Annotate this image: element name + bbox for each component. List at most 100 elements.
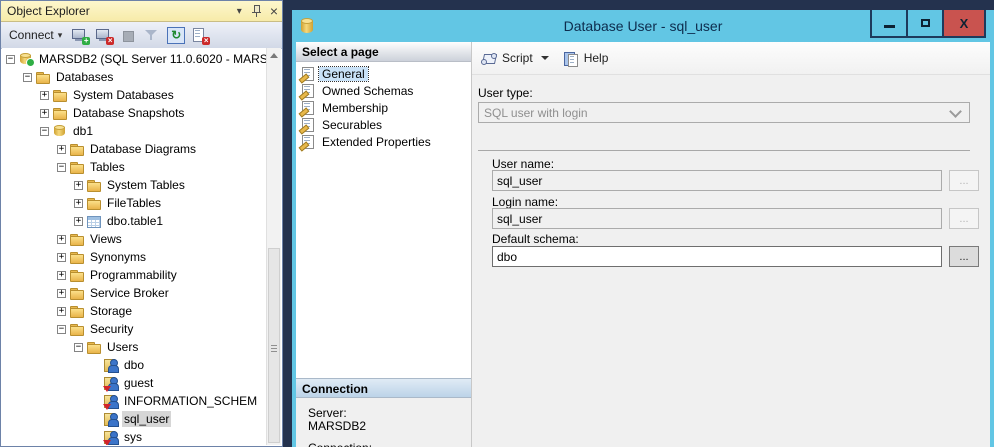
minimize-button[interactable] bbox=[872, 10, 908, 36]
tree-item-label: dbo bbox=[122, 357, 146, 373]
tree-item[interactable]: − Databases bbox=[2, 68, 267, 86]
close-button[interactable]: X bbox=[944, 10, 984, 36]
page-label: Extended Properties bbox=[319, 135, 434, 149]
refresh-icon[interactable]: ↻ bbox=[167, 27, 185, 44]
disable-script-icon[interactable]: × bbox=[191, 27, 209, 44]
page-item[interactable]: Securables bbox=[296, 116, 471, 133]
page-item[interactable]: Extended Properties bbox=[296, 133, 471, 150]
expander-icon[interactable]: − bbox=[57, 325, 66, 334]
default-schema-browse-button[interactable]: ... bbox=[949, 246, 979, 267]
expander-icon[interactable]: − bbox=[6, 55, 15, 64]
tree-item[interactable]: − Tables bbox=[2, 158, 267, 176]
script-button[interactable]: Script bbox=[480, 51, 549, 66]
tree-item[interactable]: dbo bbox=[2, 356, 267, 374]
tree-item[interactable]: sql_user bbox=[2, 410, 267, 428]
script-dropdown-icon[interactable] bbox=[541, 56, 549, 60]
tree-item-icon bbox=[36, 70, 50, 84]
help-button[interactable]: Help bbox=[563, 51, 609, 66]
login-name-label: Login name: bbox=[492, 195, 558, 209]
connection-label: Connection: bbox=[308, 442, 461, 447]
tree-item[interactable]: + Storage bbox=[2, 302, 267, 320]
default-schema-label: Default schema: bbox=[492, 232, 579, 246]
page-item[interactable]: Membership bbox=[296, 99, 471, 116]
tree-item[interactable]: − db1 bbox=[2, 122, 267, 140]
tree-item-label: Security bbox=[88, 321, 135, 337]
tree-item[interactable]: sys bbox=[2, 428, 267, 445]
login-name-browse-button: ... bbox=[949, 208, 979, 229]
tree-item[interactable]: + Database Diagrams bbox=[2, 140, 267, 158]
tree-item-label: Service Broker bbox=[88, 285, 171, 301]
auto-hide-pin-icon[interactable] bbox=[249, 4, 263, 18]
tree-item-icon bbox=[70, 268, 84, 282]
default-schema-input[interactable] bbox=[492, 246, 942, 267]
tree-item[interactable]: + Views bbox=[2, 230, 267, 248]
pages-list: General Owned Schemas Membership bbox=[296, 62, 471, 150]
tree-item[interactable]: + dbo.table1 bbox=[2, 212, 267, 230]
tree-item[interactable]: INFORMATION_SCHEM bbox=[2, 392, 267, 410]
expander-icon[interactable]: + bbox=[57, 307, 66, 316]
user-type-select: SQL user with login bbox=[478, 102, 970, 123]
scroll-up-button[interactable] bbox=[267, 48, 281, 62]
tree-item[interactable]: − Users bbox=[2, 338, 267, 356]
maximize-button[interactable] bbox=[908, 10, 944, 36]
vertical-scrollbar[interactable] bbox=[266, 48, 281, 445]
stop-icon bbox=[119, 27, 137, 44]
tree-item[interactable]: + Synonyms bbox=[2, 248, 267, 266]
expander-icon[interactable]: + bbox=[57, 289, 66, 298]
expander-icon[interactable]: + bbox=[74, 181, 83, 190]
tree-item[interactable]: + Programmability bbox=[2, 266, 267, 284]
general-page-form: User type: SQL user with login User name… bbox=[472, 74, 990, 447]
tree-item-label: Database Diagrams bbox=[88, 141, 198, 157]
expander-icon[interactable]: − bbox=[57, 163, 66, 172]
tree-item[interactable]: + Service Broker bbox=[2, 284, 267, 302]
tree-item-icon bbox=[53, 106, 67, 120]
window-position-menu-icon[interactable]: ▾ bbox=[237, 6, 242, 17]
tree-item-icon bbox=[70, 250, 84, 264]
tree-item-label: Storage bbox=[88, 303, 134, 319]
tree-item[interactable]: + System Databases bbox=[2, 86, 267, 104]
tree-item-icon bbox=[87, 196, 101, 210]
connect-server-icon[interactable]: + bbox=[71, 27, 89, 44]
tree-item[interactable]: + FileTables bbox=[2, 194, 267, 212]
connect-button[interactable]: Connect ▾ bbox=[6, 26, 65, 44]
dialog-content: Script Help User type: SQL user with log… bbox=[472, 42, 990, 447]
select-a-page-panel: Select a page General Owned Schemas bbox=[296, 42, 472, 447]
tree-item-label: INFORMATION_SCHEM bbox=[122, 393, 259, 409]
tree-item-label: Users bbox=[105, 339, 140, 355]
disconnect-server-icon[interactable]: × bbox=[95, 27, 113, 44]
dialog-titlebar[interactable]: Database User - sql_user X bbox=[292, 10, 994, 42]
expander-icon[interactable]: + bbox=[40, 109, 49, 118]
tree-item-icon bbox=[19, 52, 33, 66]
object-explorer-titlebar[interactable]: Object Explorer ▾ × bbox=[1, 1, 282, 22]
tree-item[interactable]: − MARSDB2 (SQL Server 11.0.6020 - MARSD bbox=[2, 50, 267, 68]
expander-icon[interactable]: − bbox=[23, 73, 32, 82]
tree-item[interactable]: − Security bbox=[2, 320, 267, 338]
tree-item-label: Synonyms bbox=[88, 249, 148, 265]
app-root: Object Explorer ▾ × Connect ▾ + × ↻ bbox=[0, 0, 994, 447]
expander-icon[interactable]: + bbox=[57, 271, 66, 280]
tree-item-label: System Tables bbox=[105, 177, 187, 193]
tree-item-label: Database Snapshots bbox=[71, 105, 186, 121]
expander-icon[interactable]: + bbox=[57, 235, 66, 244]
expander-icon[interactable]: + bbox=[57, 253, 66, 262]
tree-item-icon bbox=[104, 412, 118, 426]
expander-icon[interactable]: + bbox=[40, 91, 49, 100]
scrollbar-thumb[interactable] bbox=[268, 248, 280, 443]
page-item[interactable]: Owned Schemas bbox=[296, 82, 471, 99]
expander-icon[interactable]: + bbox=[57, 145, 66, 154]
tree-item[interactable]: + System Tables bbox=[2, 176, 267, 194]
separator bbox=[478, 150, 970, 151]
tree-item-icon bbox=[104, 394, 118, 408]
expander-icon[interactable]: − bbox=[74, 343, 83, 352]
user-name-label: User name: bbox=[492, 157, 554, 171]
tree-item[interactable]: + Database Snapshots bbox=[2, 104, 267, 122]
filter-icon[interactable] bbox=[143, 27, 161, 44]
page-label: Owned Schemas bbox=[319, 84, 416, 98]
close-icon[interactable]: × bbox=[270, 5, 278, 17]
expander-icon[interactable]: + bbox=[74, 217, 83, 226]
expander-icon[interactable]: − bbox=[40, 127, 49, 136]
page-label: General bbox=[319, 67, 368, 81]
tree-item[interactable]: guest bbox=[2, 374, 267, 392]
page-item[interactable]: General bbox=[296, 65, 471, 82]
expander-icon[interactable]: + bbox=[74, 199, 83, 208]
